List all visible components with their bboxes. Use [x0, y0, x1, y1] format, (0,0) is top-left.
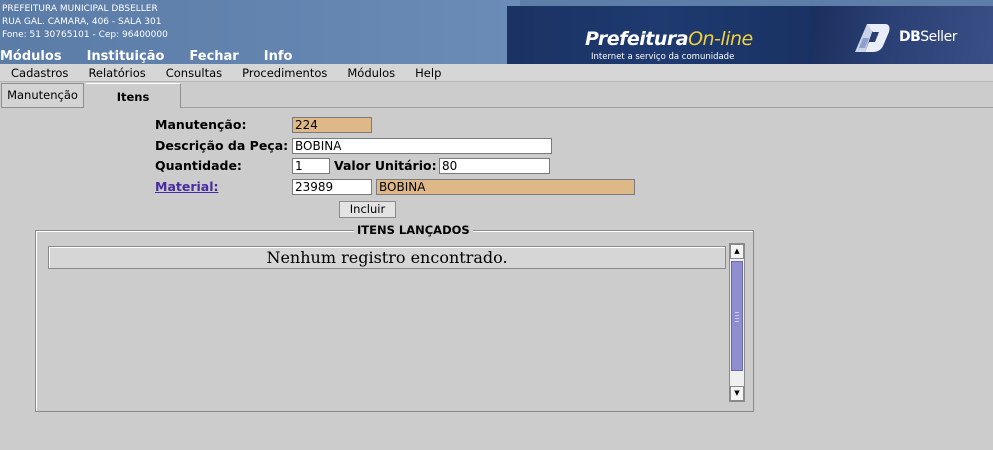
tab-itens[interactable]: Itens — [86, 83, 181, 108]
incluir-button[interactable]: Incluir — [339, 201, 396, 218]
menu-help[interactable]: Help — [405, 64, 451, 81]
menu-cadastros[interactable]: Cadastros — [0, 64, 78, 81]
valor-unitario-field[interactable]: 80 — [439, 158, 550, 174]
manutencao-field[interactable]: 224 — [292, 117, 372, 133]
top-menu-fechar[interactable]: Fechar — [189, 49, 238, 64]
descricao-field[interactable]: BOBINA — [292, 138, 552, 154]
top-menu-instituicao[interactable]: Instituição — [87, 49, 165, 64]
brand-accent: On-line — [688, 28, 753, 50]
top-menu-info[interactable]: Info — [264, 49, 293, 64]
tab-divider — [181, 107, 993, 108]
org-contact: Fone: 51 30765101 - Cep: 96400000 — [2, 30, 168, 40]
header-banner: PREFEITURA MUNICIPAL DBSELLER RUA GAL. C… — [0, 0, 993, 64]
dbseller-wordmark: DBSeller — [899, 29, 957, 45]
grid-scrollbar[interactable]: ▲ ▼ — [729, 243, 745, 402]
descricao-label: Descrição da Peça: — [155, 138, 289, 153]
material-description-field[interactable]: BOBINA — [376, 179, 635, 195]
prefeitura-online-logo: PrefeituraOn-line Internet a serviço da … — [507, 6, 811, 64]
org-name: PREFEITURA MUNICIPAL DBSELLER — [2, 4, 158, 14]
scroll-grip-icon — [735, 312, 739, 322]
menu-consultas[interactable]: Consultas — [156, 64, 232, 81]
dbseller-emblem-icon — [855, 24, 890, 52]
scroll-thumb[interactable] — [731, 261, 743, 371]
empty-grid-message: Nenhum registro encontrado. — [48, 246, 726, 269]
dbseller-logo: DBSeller — [811, 6, 993, 64]
items-fieldset: ITENS LANÇADOS Nenhum registro encontrad… — [35, 223, 754, 412]
material-link[interactable]: Material: — [155, 179, 219, 195]
quantidade-field[interactable]: 1 — [292, 158, 330, 174]
org-address: RUA GAL. CAMARA, 406 - SALA 301 — [2, 17, 162, 27]
top-menu-modulos[interactable]: Módulos — [0, 49, 62, 64]
quantidade-label: Quantidade: — [155, 158, 242, 173]
brand-main: Prefeitura — [585, 28, 689, 50]
menu-procedimentos[interactable]: Procedimentos — [232, 64, 337, 81]
top-menu: Módulos Instituição Fechar Info — [0, 49, 317, 64]
scroll-up-icon[interactable]: ▲ — [730, 244, 744, 259]
material-code-field[interactable]: 23989 — [292, 179, 372, 195]
scroll-down-icon[interactable]: ▼ — [730, 386, 744, 401]
dbseller-wordmark-rest: Seller — [920, 29, 957, 45]
brand-title: PrefeituraOn-line — [585, 28, 753, 50]
valor-unitario-label: Valor Unitário: — [334, 158, 437, 173]
items-legend: ITENS LANÇADOS — [354, 223, 473, 237]
menu-relatorios[interactable]: Relatórios — [78, 64, 155, 81]
menu-modulos[interactable]: Módulos — [337, 64, 405, 81]
tab-manutencao[interactable]: Manutenção — [1, 83, 84, 108]
manutencao-label: Manutenção: — [155, 117, 247, 132]
dbseller-wordmark-bold: DB — [899, 29, 921, 45]
menu-bar: Cadastros Relatórios Consultas Procedime… — [0, 64, 993, 82]
brand-tagline: Internet a serviço da comunidade — [591, 52, 735, 62]
